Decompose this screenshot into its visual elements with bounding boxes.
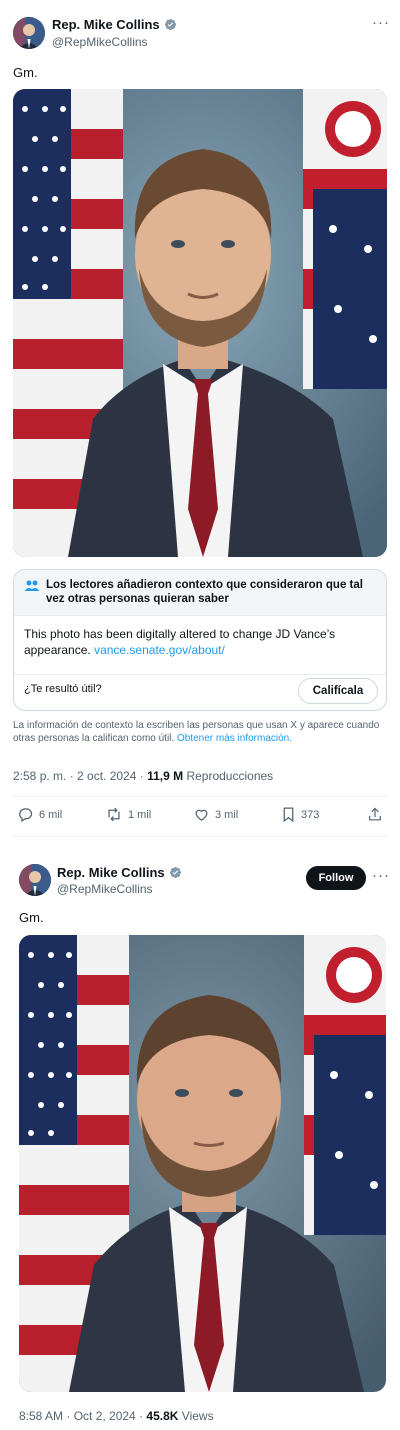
more-icon[interactable]: ··· (372, 14, 390, 31)
follow-button[interactable]: Follow (306, 866, 366, 890)
note-header: Los lectores añadieron contexto que cons… (14, 570, 386, 616)
timestamp[interactable]: 8:58 AM · Oct 2, 2024 · (19, 1409, 143, 1423)
author-name[interactable]: Rep. Mike Collins (57, 865, 165, 880)
note-helpful-question: ¿Te resultó útil? (24, 683, 102, 695)
more-icon[interactable]: ··· (372, 867, 390, 884)
views-label: Reproducciones (186, 769, 274, 783)
tweet-translated: Rep. Mike Collins @RepMikeCollins ··· Gm… (0, 0, 400, 845)
reply-count: 6 mil (39, 808, 63, 821)
author-name[interactable]: Rep. Mike Collins (52, 17, 160, 32)
tweet-original: Rep. Mike Collins @RepMikeCollins Follow… (0, 848, 400, 1430)
note-title: Los lectores añadieron contexto que cons… (46, 579, 363, 605)
views-label: Views (181, 1409, 214, 1423)
learn-more-link[interactable]: Obtener más información. (177, 733, 292, 744)
like-count: 3 mil (215, 808, 239, 821)
divider (13, 836, 387, 837)
share-icon (367, 806, 383, 823)
verified-badge-icon (164, 18, 177, 31)
action-bar: 6 mil 1 mil 3 mil 373 (13, 806, 387, 826)
repost-button[interactable]: 1 mil (105, 806, 151, 823)
note-body: This photo has been digitally altered to… (24, 626, 374, 658)
author-avatar[interactable] (13, 17, 45, 49)
views-count: 11,9 M (147, 769, 184, 783)
reply-icon (17, 806, 34, 823)
tweet-meta: 2:58 p. m. · 2 oct. 2024 · 11,9 M Reprod… (13, 769, 273, 783)
tweet-photo[interactable] (13, 89, 387, 557)
reply-button[interactable]: 6 mil (17, 806, 62, 823)
bookmark-icon (281, 806, 296, 823)
verified-badge-icon (169, 866, 182, 879)
tweet-photo[interactable] (19, 935, 386, 1392)
author-handle[interactable]: @RepMikeCollins (52, 35, 148, 49)
timestamp[interactable]: 2:58 p. m. · 2 oct. 2024 · (13, 769, 144, 783)
tweet-text: Gm. (19, 910, 44, 925)
author-handle[interactable]: @RepMikeCollins (57, 882, 153, 896)
like-button[interactable]: 3 mil (193, 806, 238, 823)
share-button[interactable] (367, 806, 383, 823)
repost-icon (105, 806, 123, 823)
repost-count: 1 mil (128, 808, 152, 821)
note-divider (14, 674, 386, 675)
note-source-link[interactable]: vance.senate.gov/about/ (94, 643, 225, 657)
bookmark-count: 373 (301, 808, 320, 821)
people-icon (24, 579, 40, 593)
tweet-meta: 8:58 AM · Oct 2, 2024 · 45.8K Views (19, 1409, 214, 1423)
author-avatar[interactable] (19, 864, 51, 896)
divider (13, 796, 387, 797)
rate-button[interactable]: Califícala (298, 678, 378, 704)
views-count: 45.8K (146, 1409, 179, 1423)
community-note: Los lectores añadieron contexto que cons… (13, 569, 387, 711)
note-footer: La información de contexto la escriben l… (13, 719, 387, 745)
tweet-text: Gm. (13, 65, 38, 80)
bookmark-button[interactable]: 373 (281, 806, 319, 823)
like-icon (193, 806, 210, 823)
